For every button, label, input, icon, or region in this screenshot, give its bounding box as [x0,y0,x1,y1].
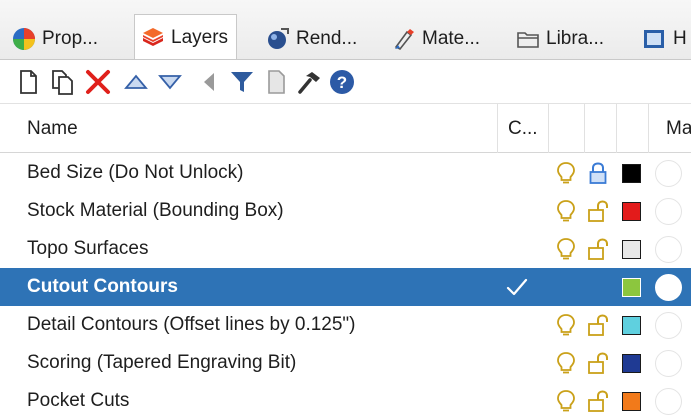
material-ball-icon[interactable] [655,274,682,301]
properties-icon [12,27,36,51]
tools-button[interactable] [262,68,290,96]
new-layer-icon [20,70,37,94]
column-header-material[interactable]: Ma [666,104,691,153]
layer-row[interactable]: Scoring (Tapered Engraving Bit) [0,344,691,382]
lock-open-icon[interactable] [587,351,609,375]
render-icon [266,27,290,51]
tab-layers[interactable]: Layers [134,14,238,59]
column-header-current[interactable]: C... [508,104,538,153]
delete-icon [86,70,110,94]
layer-row[interactable]: Topo Surfaces [0,230,691,268]
materials-icon [392,27,416,51]
layer-name[interactable]: Bed Size (Do Not Unlock) [27,154,243,192]
tab-label: Libra... [546,28,605,49]
tab-label: Prop... [42,28,98,49]
tab-rendering[interactable]: Rend... [266,18,358,59]
visibility-bulb-icon[interactable] [556,389,576,413]
help-panel-icon [643,27,667,51]
layer-row[interactable]: Bed Size (Do Not Unlock) [0,154,691,192]
help-icon: ? [330,70,354,94]
help-button[interactable]: ? [328,68,356,96]
move-up-icon [124,74,148,89]
layer-color-swatch[interactable] [622,392,641,411]
tab-help[interactable]: H [643,18,687,59]
set-current-button[interactable] [296,68,324,96]
svg-text:?: ? [337,73,347,92]
column-divider[interactable] [616,104,617,153]
lock-open-icon[interactable] [587,389,609,413]
layer-color-swatch[interactable] [622,240,641,259]
tab-label: Rend... [296,28,358,49]
tab-libraries[interactable]: Libra... [516,18,605,59]
move-up-button[interactable] [122,68,150,96]
panel-tab-strip: Prop... Layers Rend... Mate... Libra... … [0,0,691,60]
visibility-bulb-icon[interactable] [556,237,576,261]
new-layer-button[interactable] [14,68,42,96]
lock-open-icon[interactable] [587,237,609,261]
tab-materials[interactable]: Mate... [392,18,481,59]
material-ball-icon[interactable] [655,160,682,187]
move-down-button[interactable] [156,68,184,96]
column-divider[interactable] [584,104,585,153]
layer-color-swatch[interactable] [622,164,641,183]
material-ball-icon[interactable] [655,236,682,263]
layer-color-swatch[interactable] [622,354,641,373]
visibility-bulb-icon[interactable] [556,199,576,223]
lock-open-icon[interactable] [587,199,609,223]
layer-name[interactable]: Stock Material (Bounding Box) [27,192,284,230]
layer-row[interactable]: Detail Contours (Offset lines by 0.125") [0,306,691,344]
move-to-parent-button[interactable] [196,68,224,96]
material-ball-icon[interactable] [655,312,682,339]
column-divider[interactable] [497,104,498,153]
lock-open-icon[interactable] [587,313,609,337]
visibility-bulb-icon[interactable] [556,161,576,185]
delete-layer-button[interactable] [84,68,112,96]
current-layer-check-icon[interactable] [505,275,529,299]
filter-icon [231,72,253,92]
lock-closed-icon[interactable] [587,161,609,185]
material-ball-icon[interactable] [655,388,682,415]
tab-properties[interactable]: Prop... [12,18,98,59]
visibility-bulb-icon[interactable] [556,351,576,375]
layers-list: Bed Size (Do Not Unlock) Stock Material (… [0,154,691,419]
layer-name[interactable]: Cutout Contours [27,268,178,306]
visibility-bulb-icon[interactable] [556,313,576,337]
layer-name[interactable]: Topo Surfaces [27,230,148,268]
layer-color-swatch[interactable] [622,202,641,221]
column-divider[interactable] [648,104,649,153]
column-header-name[interactable]: Name [27,104,78,153]
layer-row[interactable]: Stock Material (Bounding Box) [0,192,691,230]
new-sublayer-button[interactable] [48,68,76,96]
material-ball-icon[interactable] [655,198,682,225]
layer-color-swatch[interactable] [622,278,641,297]
layer-name[interactable]: Detail Contours (Offset lines by 0.125") [27,306,356,344]
layers-column-header: Name C... Ma [0,103,691,153]
layer-row[interactable]: Cutout Contours [0,268,691,306]
move-to-parent-icon [204,73,214,91]
tab-label: Layers [171,27,229,48]
layers-icon [141,26,165,50]
filter-button[interactable] [228,68,256,96]
layer-row[interactable]: Pocket Cuts [0,382,691,419]
tab-label: Mate... [422,28,481,49]
set-current-icon [298,72,320,94]
layer-name[interactable]: Scoring (Tapered Engraving Bit) [27,344,296,382]
layers-toolbar: ? [0,61,691,103]
material-ball-icon[interactable] [655,350,682,377]
layer-name[interactable]: Pocket Cuts [27,382,129,419]
move-down-icon [158,75,182,90]
tools-icon [268,70,285,94]
tab-label: H [673,28,687,49]
layer-color-swatch[interactable] [622,316,641,335]
new-sublayer-icon [52,70,73,95]
libraries-icon [516,27,540,51]
column-divider[interactable] [548,104,549,153]
